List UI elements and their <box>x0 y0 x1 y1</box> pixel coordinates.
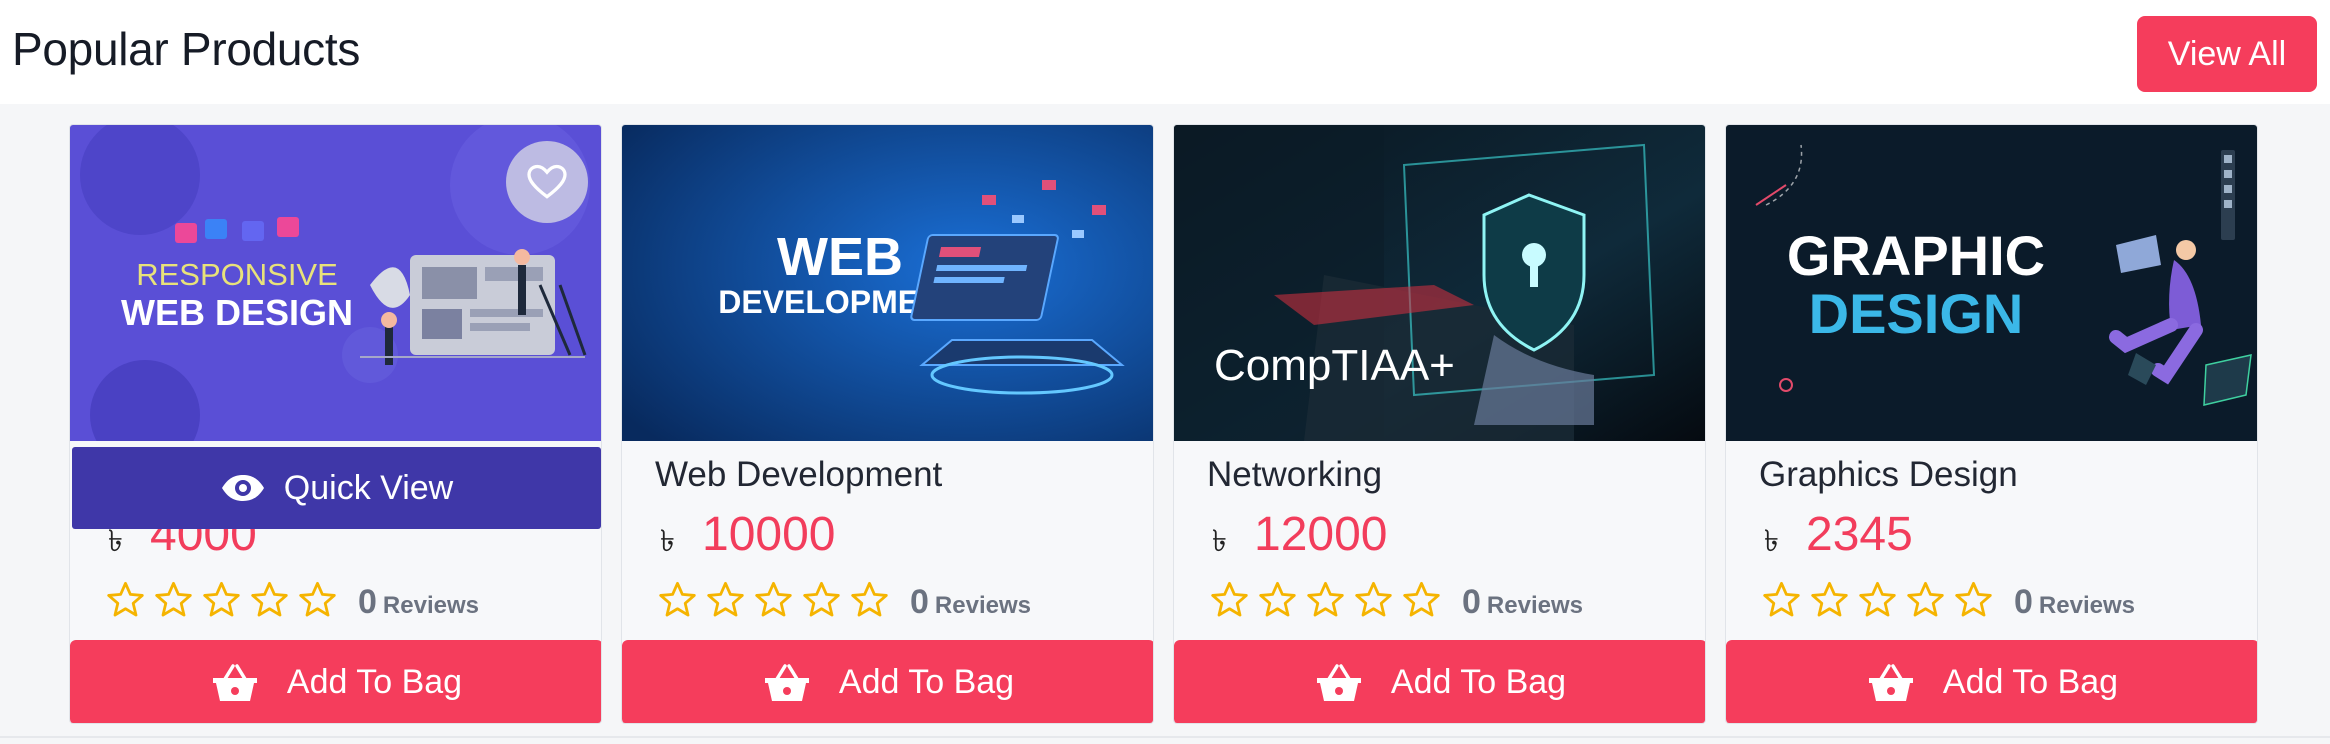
review-label: Reviews <box>2038 592 2135 619</box>
eye-icon <box>221 475 264 501</box>
product-card[interactable]: RESPONSIVE WEB DESIGN ৳ 4000 Quick View … <box>69 124 602 724</box>
currency-symbol: ৳ <box>1764 525 1779 558</box>
rating-stars <box>656 579 891 621</box>
product-card[interactable]: GRAPHIC DESIGN Graphics Design ৳ 2345 0R… <box>1725 124 2258 724</box>
review-count-value: 0 <box>1462 583 1481 621</box>
product-name[interactable]: Graphics Design <box>1759 455 2018 495</box>
product-card[interactable]: CompTIAA+ Networking ৳ 12000 0 Reviews Ad… <box>1173 124 1706 724</box>
add-to-bag-button[interactable]: Add To Bag <box>1174 640 1705 723</box>
wishlist-button[interactable] <box>506 141 588 223</box>
star-icon <box>1907 581 1944 617</box>
star-icon <box>803 581 840 617</box>
rating-stars <box>1208 579 1443 621</box>
product-image[interactable]: CompTIAA+ <box>1174 125 1705 441</box>
star-icon <box>299 581 336 617</box>
star-icon <box>1259 581 1296 617</box>
review-label: Reviews <box>382 592 479 619</box>
star-icon <box>1307 581 1344 617</box>
divider <box>0 736 2330 738</box>
add-to-bag-label: Add To Bag <box>838 663 1015 701</box>
currency-symbol: ৳ <box>660 525 675 558</box>
star-icon <box>1355 581 1392 617</box>
basket-icon <box>212 663 257 701</box>
image-text: WEB <box>777 227 903 287</box>
review-label: Reviews <box>934 592 1031 619</box>
review-count: 0 Reviews <box>2014 583 2135 622</box>
review-count-value: 0 <box>910 583 929 621</box>
review-count: 0 Reviews <box>1462 583 1583 622</box>
star-icon <box>203 581 240 617</box>
image-text: DESIGN <box>1809 282 2024 345</box>
product-image[interactable]: GRAPHIC DESIGN <box>1726 125 2257 441</box>
product-name[interactable]: Networking <box>1207 455 1382 495</box>
add-to-bag-label: Add To Bag <box>286 663 463 701</box>
star-icon <box>251 581 288 617</box>
add-to-bag-button[interactable]: Add To Bag <box>622 640 1153 723</box>
star-icon <box>1811 581 1848 617</box>
star-icon <box>1955 581 1992 617</box>
product-name[interactable]: Web Development <box>655 455 942 495</box>
add-to-bag-button[interactable]: Add To Bag <box>70 640 601 723</box>
star-icon <box>1211 581 1248 617</box>
product-card[interactable]: WEB DEVELOPMENT Web Development ৳ 10000 … <box>621 124 1154 724</box>
image-text: GRAPHIC <box>1787 224 2045 287</box>
image-text: CompTIAA+ <box>1214 341 1455 390</box>
star-icon <box>1763 581 1800 617</box>
product-image[interactable]: WEB DEVELOPMENT <box>622 125 1153 441</box>
quick-view-button[interactable]: Quick View <box>72 447 601 529</box>
review-count-value: 0 <box>358 583 377 621</box>
heart-icon <box>527 164 567 199</box>
add-to-bag-button[interactable]: Add To Bag <box>1726 640 2257 723</box>
basket-icon <box>764 663 809 701</box>
review-count: 0 Reviews <box>358 583 479 622</box>
image-text: WEB DESIGN <box>121 292 353 333</box>
quick-view-label: Quick View <box>283 468 454 507</box>
star-icon <box>851 581 888 617</box>
review-count-value: 0 <box>2014 583 2033 621</box>
currency-symbol: ৳ <box>1212 525 1227 558</box>
product-price: 12000 <box>1254 508 1388 561</box>
star-icon <box>755 581 792 617</box>
section-header: Popular Products View All <box>0 0 2330 104</box>
image-text: RESPONSIVE <box>136 257 338 292</box>
view-all-button[interactable]: View All <box>2137 16 2317 92</box>
star-icon <box>707 581 744 617</box>
add-to-bag-label: Add To Bag <box>1390 663 1567 701</box>
section-title: Popular Products <box>12 23 361 75</box>
star-icon <box>155 581 192 617</box>
add-to-bag-label: Add To Bag <box>1942 663 2119 701</box>
rating-stars <box>1760 579 1995 621</box>
star-icon <box>107 581 144 617</box>
review-label: Reviews <box>1486 592 1583 619</box>
rating-stars <box>104 579 339 621</box>
star-icon <box>1403 581 1440 617</box>
review-count: 0 Reviews <box>910 583 1031 622</box>
basket-icon <box>1316 663 1361 701</box>
star-icon <box>1859 581 1896 617</box>
star-icon <box>659 581 696 617</box>
basket-icon <box>1868 663 1913 701</box>
product-price: 10000 <box>702 508 836 561</box>
product-price: 2345 <box>1806 508 1913 561</box>
